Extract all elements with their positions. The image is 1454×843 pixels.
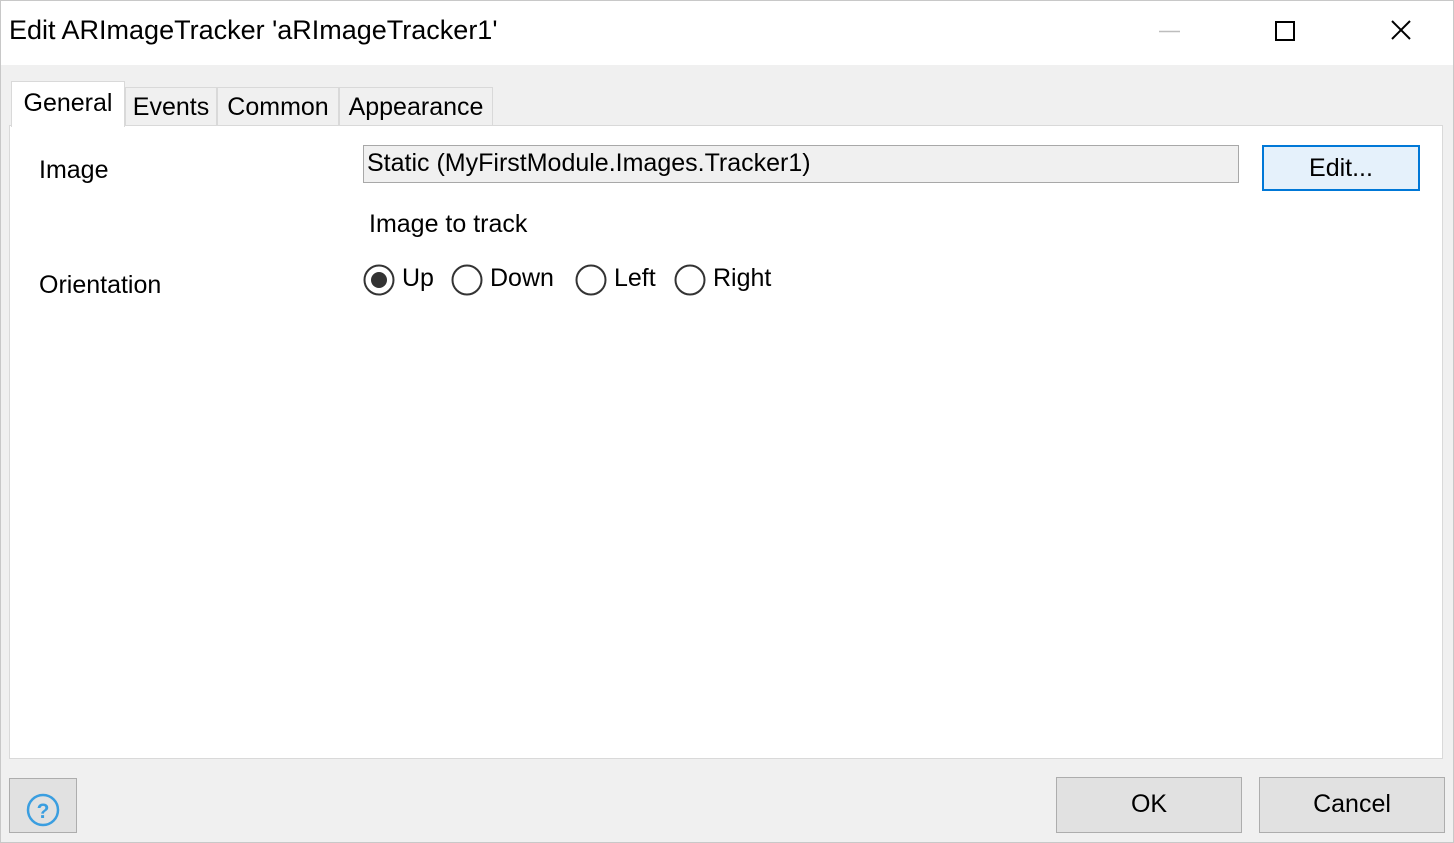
orientation-label: Orientation [39, 271, 162, 299]
maximize-button[interactable] [1227, 1, 1343, 65]
maximize-icon [1275, 21, 1295, 41]
orientation-up-label: Up [402, 264, 434, 292]
edit-dialog-window: Edit ARImageTracker 'aRImageTracker1' Ge… [0, 0, 1454, 843]
image-value-field[interactable]: Static (MyFirstModule.Images.Tracker1) [363, 145, 1239, 183]
close-icon [1391, 20, 1411, 40]
edit-image-button[interactable]: Edit... [1262, 145, 1420, 191]
general-tab-panel: Image Static (MyFirstModule.Images.Track… [9, 125, 1443, 759]
minimize-icon [1159, 30, 1180, 33]
orientation-right-label: Right [713, 264, 772, 292]
minimize-button[interactable] [1111, 1, 1227, 65]
tab-appearance[interactable]: Appearance [339, 87, 493, 125]
radio-unselected-icon [451, 264, 483, 296]
close-button[interactable] [1343, 1, 1454, 65]
image-label: Image [39, 156, 109, 184]
orientation-down-label: Down [490, 264, 554, 292]
cancel-button[interactable]: Cancel [1259, 777, 1445, 833]
radio-unselected-icon [575, 264, 607, 296]
orientation-left-label: Left [614, 264, 656, 292]
tab-general[interactable]: General [11, 81, 125, 127]
svg-text:?: ? [37, 800, 50, 823]
title-bar[interactable]: Edit ARImageTracker 'aRImageTracker1' [1, 1, 1453, 65]
ok-button[interactable]: OK [1056, 777, 1242, 833]
tab-common[interactable]: Common [217, 87, 339, 125]
radio-unselected-icon [674, 264, 706, 296]
help-button[interactable]: ? [9, 778, 77, 833]
window-title: Edit ARImageTracker 'aRImageTracker1' [9, 15, 498, 45]
help-icon: ? [26, 793, 60, 827]
radio-selected-icon [363, 264, 395, 296]
image-hint-text: Image to track [369, 210, 528, 238]
tab-events[interactable]: Events [125, 87, 217, 125]
